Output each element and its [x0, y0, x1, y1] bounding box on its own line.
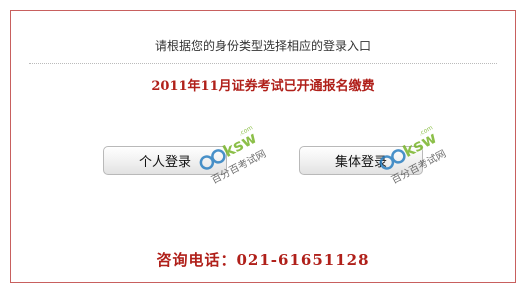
login-entry-panel: 请根据您的身份类型选择相应的登录入口 2011年11月证券考试已开通报名缴费 个… — [10, 10, 516, 283]
exam-notice: 2011年11月证券考试已开通报名缴费 — [151, 79, 375, 94]
logo-com-text: .com — [238, 124, 254, 137]
consult-phone: 021-61651128 — [236, 251, 370, 269]
login-prompt: 请根据您的身份类型选择相应的登录入口 — [154, 39, 371, 53]
divider — [29, 63, 497, 64]
consult-hotline: 咨询电话：021-61651128 — [11, 249, 515, 270]
consult-label: 咨询电话： — [156, 251, 237, 269]
group-login-button[interactable]: 集体登录 — [299, 146, 423, 175]
logo-com-text: .com — [418, 124, 434, 137]
personal-login-button[interactable]: 个人登录 — [103, 146, 227, 175]
